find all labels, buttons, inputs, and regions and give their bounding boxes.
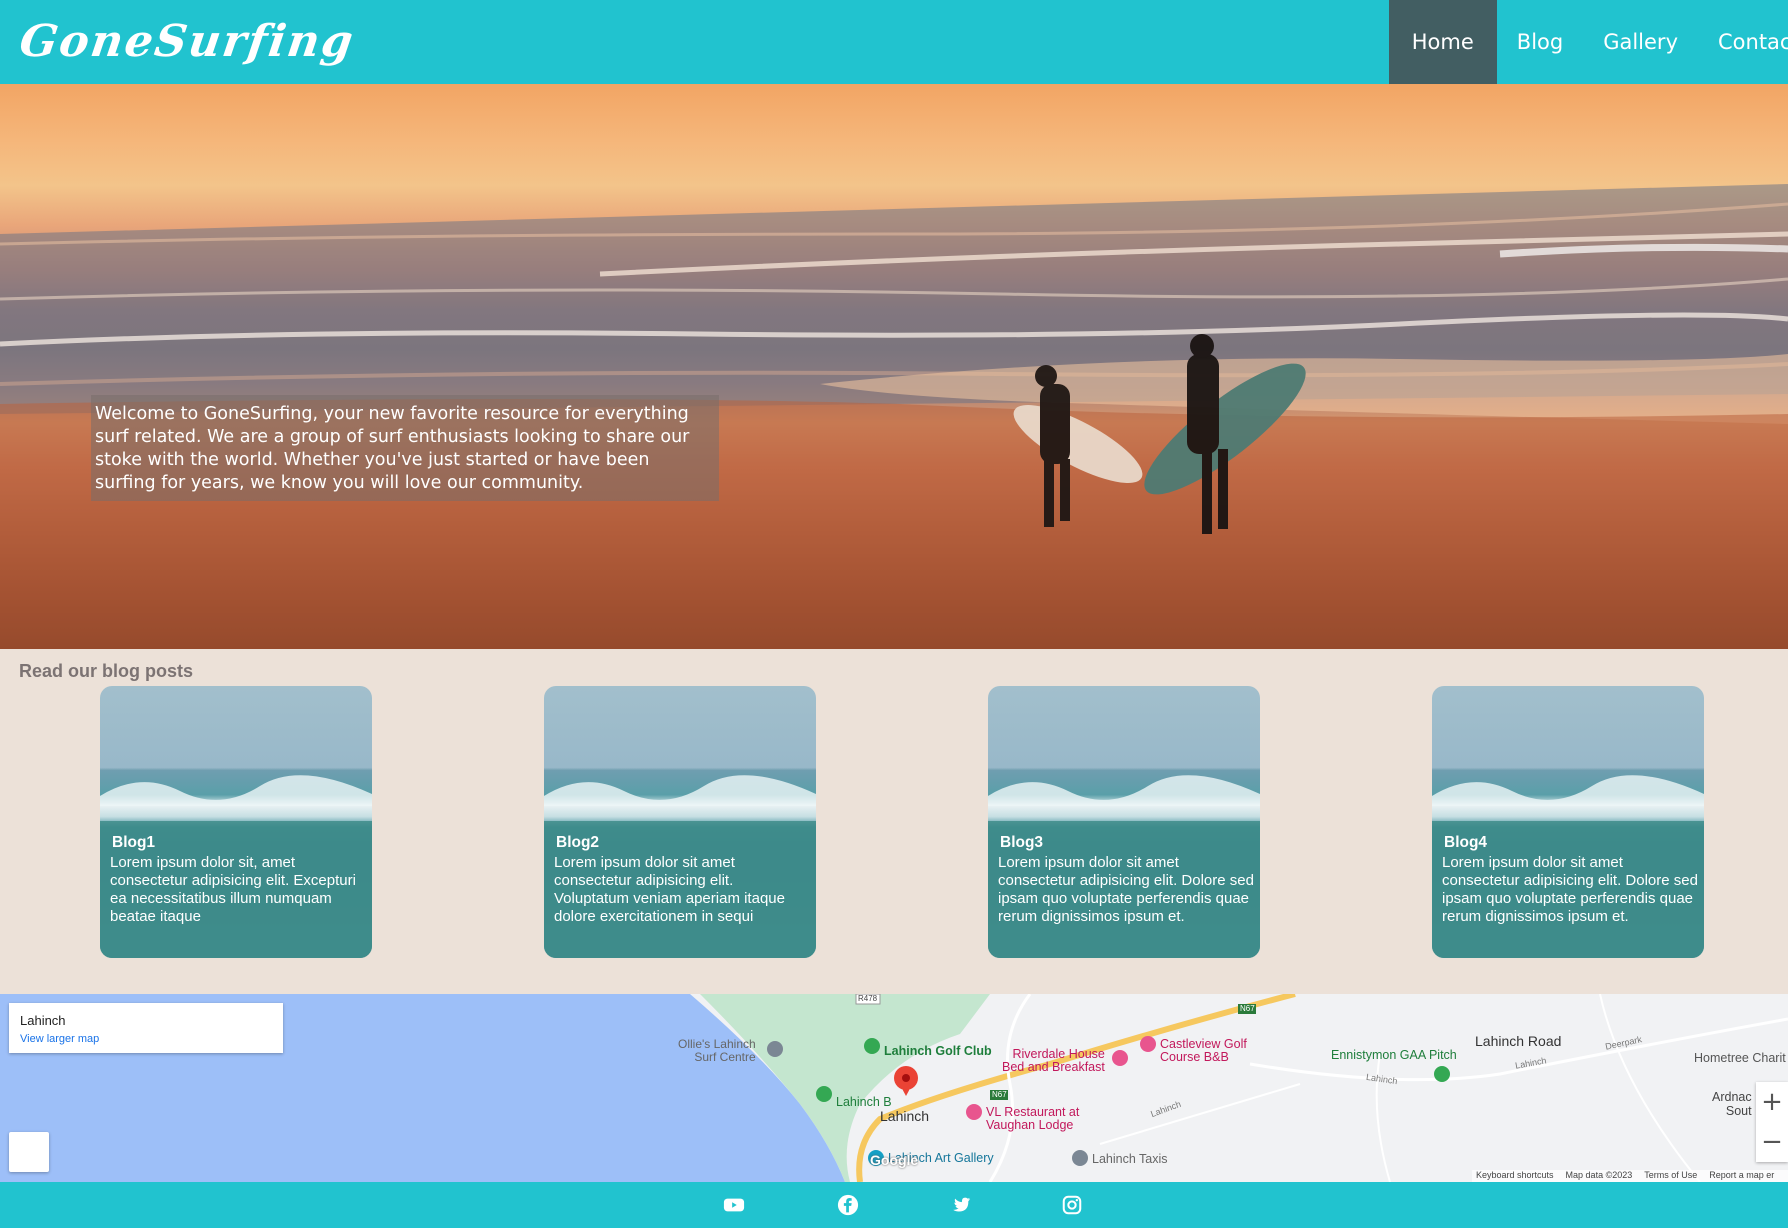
map-data-text: Map data ©2023 [1565,1170,1633,1180]
nav-blog[interactable]: Blog [1497,0,1583,84]
nav-gallery[interactable]: Gallery [1583,0,1698,84]
card-title: Blog2 [556,834,600,851]
card-title: Blog1 [112,834,156,851]
card-excerpt: Lorem ipsum dolor sit amet consectetur a… [998,854,1254,925]
wave-image [100,775,372,806]
wave-image [1432,775,1704,806]
view-larger-map-link[interactable]: View larger map [20,1033,99,1045]
wave-image [988,775,1260,806]
youtube-icon[interactable] [723,1194,745,1216]
map-label-riverdale: Riverdale House Bed and Breakfast [1002,1047,1105,1074]
map-label-taxis: Lahinch Taxis [1092,1152,1168,1166]
map-attribution-bar: Keyboard shortcuts Map data ©2023 Terms … [1472,1170,1788,1182]
nav-contact[interactable]: Contac [1698,0,1788,84]
map-place-card: Lahinch View larger map [9,1003,283,1053]
map-label-lahinch-beach: Lahinch B [836,1095,892,1109]
site-header: GoneSurfing Home Blog Gallery Contac [0,0,1788,84]
map-zoom-control: + − [1756,1082,1788,1162]
map-label-ennistymon: Ennistymon GAA Pitch [1331,1048,1457,1062]
card-title: Blog4 [1444,834,1488,851]
site-logo[interactable]: GoneSurfing [16,14,358,70]
zoom-in-button[interactable]: + [1756,1082,1788,1122]
instagram-icon[interactable] [1061,1194,1083,1216]
embedded-map[interactable]: Ollie's Lahinch Surf Centre Lahinch Golf… [0,994,1788,1182]
map-label-lahinch-town: Lahinch [880,1108,930,1124]
facebook-icon[interactable] [837,1194,859,1216]
map-label-ardnac: Ardnac Sout [1712,1090,1752,1118]
map-label-ollies: Ollie's Lahinch Surf Centre [678,1037,756,1064]
zoom-out-button[interactable]: − [1756,1122,1788,1162]
blog-card-3[interactable]: Blog3 Lorem ipsum dolor sit amet consect… [988,686,1260,958]
google-logo: Google [870,1152,919,1168]
map-label-golf-club: Lahinch Golf Club [884,1044,992,1058]
map-label-castleview: Castleview Golf Course B&B [1160,1037,1247,1064]
terms-link[interactable]: Terms of Use [1644,1170,1697,1182]
map-fullscreen-button[interactable] [9,1132,49,1172]
nav-home[interactable]: Home [1388,0,1497,84]
map-label-hometree: Hometree Charit [1694,1051,1786,1065]
wave-image [544,775,816,806]
blog-card-1[interactable]: Blog1 Lorem ipsum dolor sit, amet consec… [100,686,372,958]
card-title: Blog3 [1000,834,1044,851]
report-error-link[interactable]: Report a map er [1709,1170,1774,1182]
map-label-lahinch-road: Lahinch Road [1475,1033,1562,1049]
map-label-n67-a: N67 [1240,1004,1255,1013]
keyboard-shortcuts-link[interactable]: Keyboard shortcuts [1476,1170,1554,1182]
card-excerpt: Lorem ipsum dolor sit amet consectetur a… [1442,854,1698,925]
card-excerpt: Lorem ipsum dolor sit amet consectetur a… [554,854,785,925]
site-footer [0,1182,1788,1228]
hero-intro-text: Welcome to GoneSurfing, your new favorit… [91,395,719,501]
card-excerpt: Lorem ipsum dolor sit, amet consectetur … [110,854,356,925]
map-label-vl-restaurant: VL Restaurant at Vaughan Lodge [986,1105,1080,1132]
hero-beach-image [0,184,1788,649]
blog-section-heading: Read our blog posts [19,661,194,681]
map-place-title: Lahinch [20,1013,66,1028]
map-label-r478: R478 [858,994,878,1003]
blog-card-2[interactable]: Blog2 Lorem ipsum dolor sit amet consect… [544,686,816,958]
twitter-icon[interactable] [950,1194,972,1216]
main-nav: Home Blog Gallery Contac [1388,0,1788,84]
map-label-n67-b: N67 [992,1090,1007,1099]
blog-card-4[interactable]: Blog4 Lorem ipsum dolor sit amet consect… [1432,686,1704,958]
hero-banner: Welcome to GoneSurfing, your new favorit… [0,84,1788,649]
